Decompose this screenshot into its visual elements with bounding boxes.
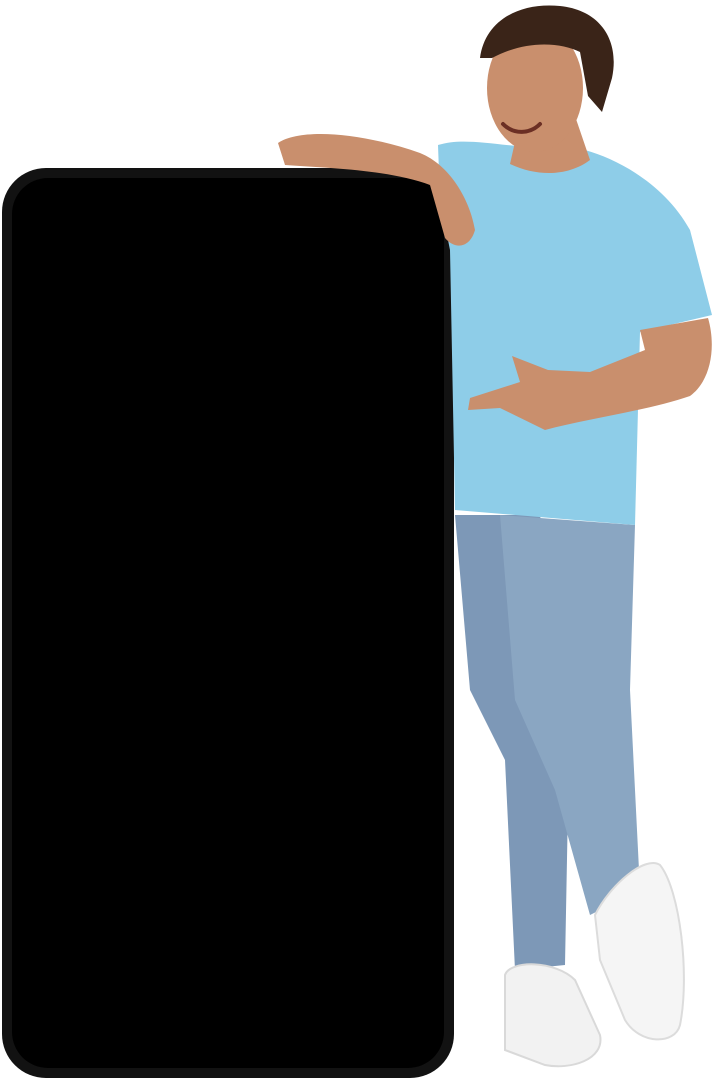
right-jeans-leg	[500, 515, 640, 915]
face	[487, 24, 583, 152]
left-jeans-leg	[455, 515, 570, 970]
scene	[0, 0, 716, 1080]
phone-screen	[12, 178, 444, 1068]
phone-frame	[2, 168, 454, 1078]
hair	[480, 5, 614, 112]
left-shoe	[504, 963, 602, 1068]
pointing-arm	[468, 318, 712, 430]
shirt	[438, 141, 712, 525]
right-shoe	[593, 862, 685, 1041]
neck	[510, 116, 590, 174]
smile	[501, 122, 542, 134]
